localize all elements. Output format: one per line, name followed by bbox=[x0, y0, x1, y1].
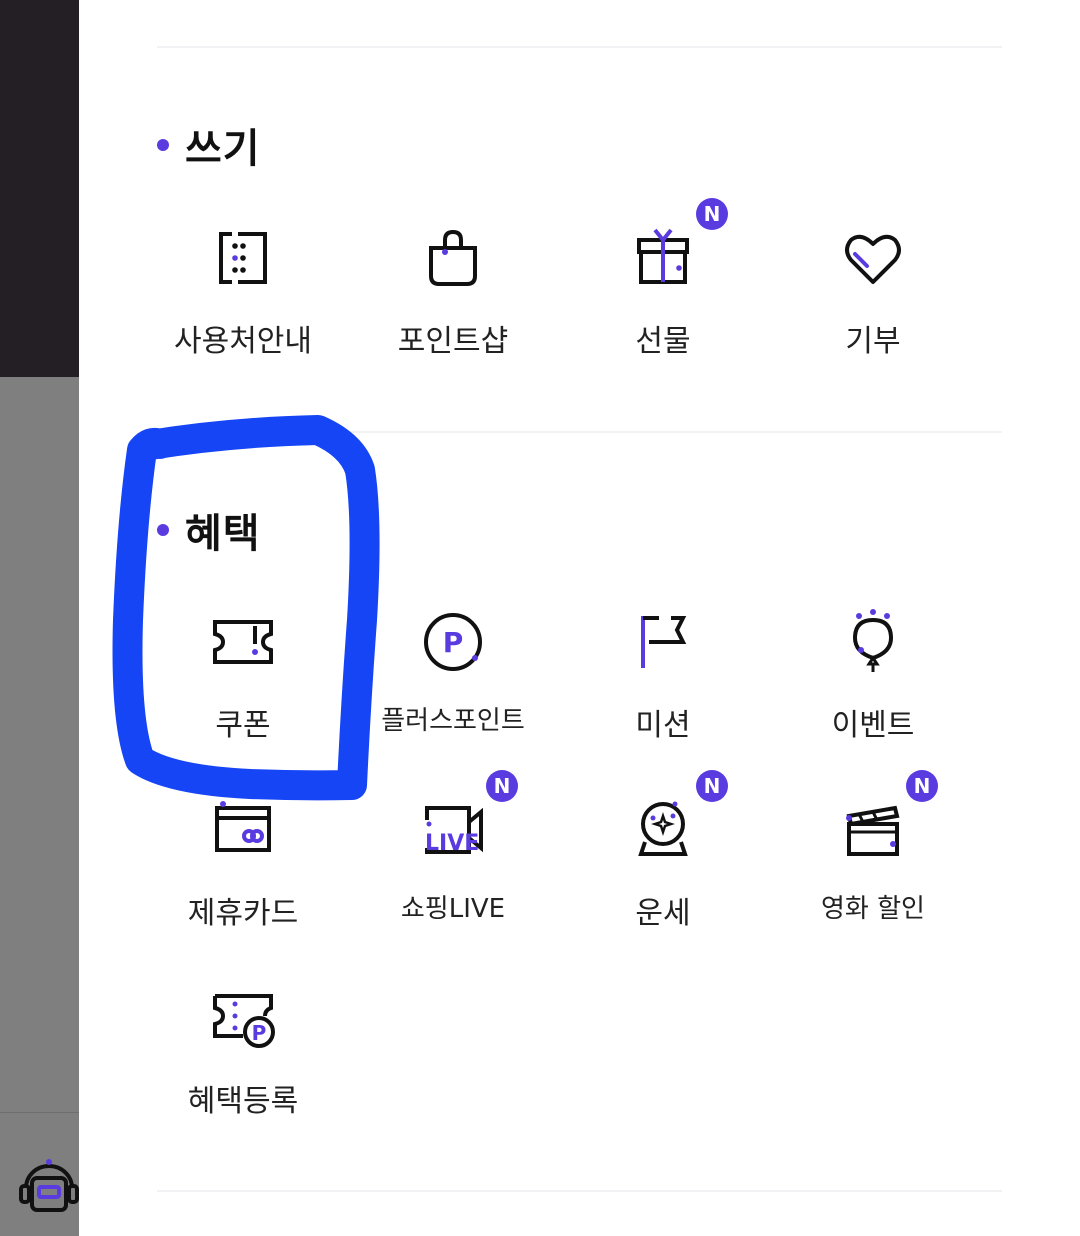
bottom-divider bbox=[157, 1190, 1002, 1192]
menu-item-benefit-register[interactable]: P 혜택등록 bbox=[138, 982, 348, 1132]
plus-point-icon: P bbox=[417, 606, 489, 678]
section-dot bbox=[157, 524, 169, 536]
menu-item-label: 플러스포인트 bbox=[381, 706, 525, 736]
menu-item-donation[interactable]: 기부 bbox=[768, 222, 978, 372]
menu-item-movie-discount[interactable]: N 영화 할인 bbox=[768, 770, 978, 944]
menu-item-label: 운세 bbox=[635, 896, 691, 931]
menu-item-partner-card[interactable]: 제휴카드 bbox=[138, 794, 348, 944]
new-badge: N bbox=[696, 198, 728, 230]
menu-item-event[interactable]: 이벤트 bbox=[768, 606, 978, 756]
robot-chat-icon[interactable] bbox=[18, 1158, 80, 1220]
balloon-icon bbox=[837, 606, 909, 678]
section-dot bbox=[157, 139, 169, 151]
left-side-strip bbox=[0, 0, 79, 1236]
coupon-point-register-icon: P bbox=[207, 982, 279, 1054]
menu-item-label: 미션 bbox=[635, 708, 691, 743]
section-title-benefit: 혜택 bbox=[157, 500, 261, 560]
section-divider bbox=[157, 431, 1002, 433]
menu-item-mission[interactable]: 미션 bbox=[558, 606, 768, 756]
section-title-write: 쓰기 bbox=[157, 115, 261, 175]
coupon-ticket-icon bbox=[207, 606, 279, 678]
new-badge: N bbox=[696, 770, 728, 802]
left-strip-dark-area bbox=[0, 0, 79, 377]
gift-icon bbox=[627, 222, 699, 294]
menu-item-fortune[interactable]: N 운세 bbox=[558, 770, 768, 944]
menu-item-label: 기부 bbox=[845, 324, 901, 359]
menu-item-gift[interactable]: N 선물 bbox=[558, 198, 768, 372]
new-badge: N bbox=[486, 770, 518, 802]
live-camera-icon: LIVE bbox=[417, 794, 489, 866]
svg-text:P: P bbox=[443, 626, 464, 659]
menu-item-label: 이벤트 bbox=[831, 708, 915, 743]
menu-item-label: 쇼핑LIVE bbox=[400, 894, 506, 924]
top-divider bbox=[157, 46, 1002, 48]
heart-icon bbox=[837, 222, 909, 294]
new-badge: N bbox=[906, 770, 938, 802]
menu-item-label: 혜택등록 bbox=[187, 1084, 299, 1119]
menu-item-plus-point[interactable]: P 플러스포인트 bbox=[348, 606, 558, 756]
menu-item-usage-guide[interactable]: 사용처안내 bbox=[138, 222, 348, 372]
section-title-text: 쓰기 bbox=[185, 126, 261, 172]
menu-item-label: 제휴카드 bbox=[187, 896, 299, 931]
menu-item-label: 포인트샵 bbox=[397, 324, 509, 359]
menu-item-label: 쿠폰 bbox=[215, 708, 271, 743]
menu-item-shopping-live[interactable]: LIVE N 쇼핑LIVE bbox=[348, 770, 558, 944]
menu-item-point-shop[interactable]: 포인트샵 bbox=[348, 222, 558, 372]
svg-text:P: P bbox=[252, 1021, 267, 1045]
credit-card-icon bbox=[207, 794, 279, 866]
menu-item-label: 선물 bbox=[635, 324, 691, 359]
usage-guide-icon bbox=[207, 222, 279, 294]
menu-item-coupon[interactable]: 쿠폰 bbox=[138, 606, 348, 756]
movie-clapper-icon bbox=[837, 794, 909, 866]
crystal-ball-icon bbox=[627, 794, 699, 866]
left-strip-divider bbox=[0, 1112, 79, 1113]
shopping-bag-icon bbox=[417, 222, 489, 294]
svg-text:LIVE: LIVE bbox=[425, 831, 479, 856]
flag-icon bbox=[627, 606, 699, 678]
menu-item-label: 영화 할인 bbox=[821, 894, 925, 924]
menu-item-label: 사용처안내 bbox=[174, 324, 312, 359]
section-title-text: 혜택 bbox=[185, 511, 261, 557]
